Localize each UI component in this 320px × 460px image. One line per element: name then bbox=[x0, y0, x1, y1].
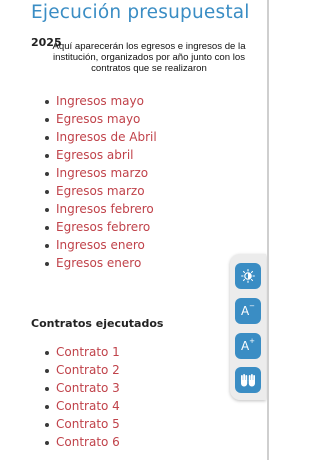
increase-font-icon: A+ bbox=[240, 337, 256, 353]
link-ingresos-abril[interactable]: Ingresos de Abril bbox=[45, 128, 157, 146]
intro-text: Aquí aparecerán los egresos e ingresos d… bbox=[52, 41, 246, 74]
link-egresos-marzo[interactable]: Egresos marzo bbox=[45, 182, 157, 200]
link-contrato-2[interactable]: Contrato 2 bbox=[45, 361, 120, 379]
contracts-heading: Contratos ejecutados bbox=[31, 317, 164, 330]
link-ingresos-marzo[interactable]: Ingresos marzo bbox=[45, 164, 157, 182]
link-egresos-febrero[interactable]: Egresos febrero bbox=[45, 218, 157, 236]
page-title: Ejecución presupuestal bbox=[31, 2, 250, 23]
link-contrato-1[interactable]: Contrato 1 bbox=[45, 343, 120, 361]
link-contrato-3[interactable]: Contrato 3 bbox=[45, 379, 120, 397]
link-egresos-abril[interactable]: Egresos abril bbox=[45, 146, 157, 164]
link-contrato-6[interactable]: Contrato 6 bbox=[45, 433, 120, 451]
decrease-font-icon: A− bbox=[240, 302, 256, 318]
link-egresos-mayo[interactable]: Egresos mayo bbox=[45, 110, 157, 128]
sign-language-button[interactable] bbox=[235, 367, 261, 393]
contrast-icon bbox=[241, 269, 255, 283]
link-egresos-enero[interactable]: Egresos enero bbox=[45, 254, 157, 272]
link-ingresos-mayo[interactable]: Ingresos mayo bbox=[45, 92, 157, 110]
budget-link-list: Ingresos mayo Egresos mayo Ingresos de A… bbox=[45, 92, 157, 272]
link-contrato-4[interactable]: Contrato 4 bbox=[45, 397, 120, 415]
link-ingresos-enero[interactable]: Ingresos enero bbox=[45, 236, 157, 254]
link-contrato-5[interactable]: Contrato 5 bbox=[45, 415, 120, 433]
contracts-link-list: Contrato 1 Contrato 2 Contrato 3 Contrat… bbox=[45, 343, 120, 451]
decrease-font-button[interactable]: A− bbox=[235, 298, 261, 324]
link-ingresos-febrero[interactable]: Ingresos febrero bbox=[45, 200, 157, 218]
contrast-button[interactable] bbox=[235, 263, 261, 289]
increase-font-button[interactable]: A+ bbox=[235, 333, 261, 359]
sign-language-icon bbox=[241, 374, 255, 387]
accessibility-toolbar: A− A+ bbox=[230, 254, 266, 400]
scrollbar-edge bbox=[267, 0, 269, 460]
